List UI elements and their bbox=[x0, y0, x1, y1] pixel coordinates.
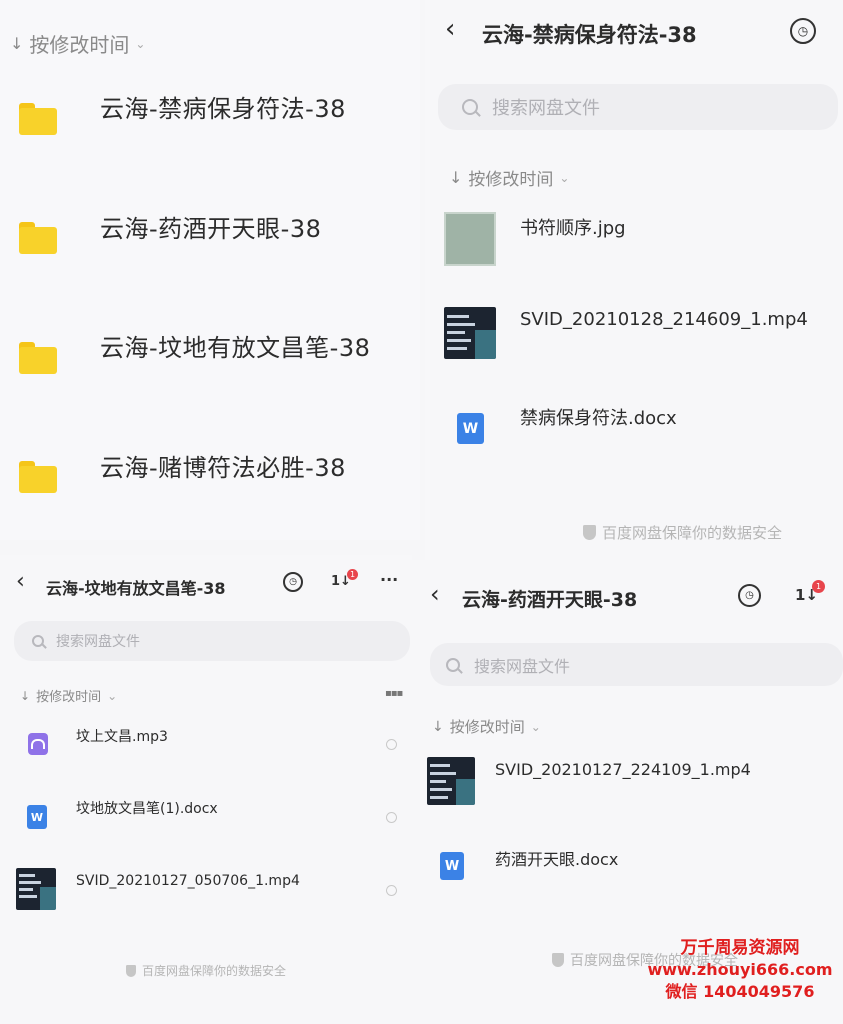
folder-list-panel: ↓ 按修改时间 ⌄ 云海-禁病保身符法-38 云海-药酒开天眼-38 云海-坟地… bbox=[0, 0, 420, 540]
file-name: SVID_20210127_224109_1.mp4 bbox=[495, 760, 751, 779]
sort-arrow-icon: ↓ bbox=[20, 688, 31, 703]
search-icon bbox=[32, 635, 44, 647]
security-note-text: 百度网盘保障你的数据安全 bbox=[602, 524, 783, 542]
sort-arrow-icon: ↓ bbox=[10, 34, 24, 53]
file-name: 坟地放文昌笔(1).docx bbox=[76, 801, 218, 817]
video-thumbnail bbox=[427, 757, 475, 805]
chevron-down-icon: ⌄ bbox=[530, 719, 541, 734]
file-name: 药酒开天眼.docx bbox=[495, 850, 619, 869]
folder-name: 云海-药酒开天眼-38 bbox=[100, 215, 322, 243]
sort-arrow-icon: ↓ bbox=[449, 168, 463, 187]
folder-icon bbox=[19, 222, 57, 254]
watermark: 万千周易资源网 www.zhouyi666.com 微信 1404049576 bbox=[640, 937, 840, 1003]
chevron-down-icon: ⌄ bbox=[107, 688, 118, 703]
back-arrow-icon[interactable]: ‹ bbox=[445, 14, 455, 44]
file-name: 禁病保身符法.docx bbox=[520, 408, 677, 429]
search-input[interactable]: 搜索网盘文件 bbox=[430, 643, 843, 686]
file-name: 坟上文昌.mp3 bbox=[76, 729, 168, 745]
sort-arrow-icon: ↓ bbox=[432, 718, 444, 735]
security-note: 百度网盘保障你的数据安全 bbox=[583, 522, 782, 543]
sort-control[interactable]: ↓ 按修改时间 ⌄ bbox=[432, 716, 541, 737]
sort-label: 按修改时间 bbox=[468, 170, 554, 190]
jinbing-folder-panel: ‹ 云海-禁病保身符法-38 ◷ 搜索网盘文件 ↓ 按修改时间 ⌄ 书符顺序.j… bbox=[425, 0, 843, 560]
search-placeholder: 搜索网盘文件 bbox=[492, 98, 600, 119]
shield-icon bbox=[126, 964, 136, 977]
folder-icon bbox=[19, 461, 57, 493]
folder-name: 云海-坟地有放文昌笔-38 bbox=[100, 334, 371, 362]
select-radio[interactable] bbox=[386, 885, 397, 896]
sort-label: 按修改时间 bbox=[29, 33, 130, 57]
security-note-text: 百度网盘保障你的数据安全 bbox=[142, 964, 287, 978]
file-name: SVID_20210128_214609_1.mp4 bbox=[520, 309, 808, 330]
select-radio[interactable] bbox=[386, 739, 397, 750]
page-title: 云海-禁病保身符法-38 bbox=[482, 23, 697, 47]
shield-icon bbox=[552, 953, 564, 967]
sort-control[interactable]: ↓ 按修改时间 ⌄ bbox=[20, 686, 118, 706]
search-placeholder: 搜索网盘文件 bbox=[56, 634, 140, 650]
watermark-line2: www.zhouyi666.com bbox=[647, 960, 833, 979]
search-icon bbox=[446, 657, 460, 672]
audio-file-icon bbox=[28, 733, 48, 755]
page-title: 云海-药酒开天眼-38 bbox=[462, 589, 638, 611]
file-name: 书符顺序.jpg bbox=[520, 218, 626, 239]
folder-name: 云海-赌博符法必胜-38 bbox=[100, 454, 346, 482]
chevron-down-icon: ⌄ bbox=[559, 170, 570, 185]
back-arrow-icon[interactable]: ‹ bbox=[430, 580, 440, 608]
sort-control[interactable]: ↓ 按修改时间 ⌄ bbox=[10, 29, 145, 58]
file-name: SVID_20210127_050706_1.mp4 bbox=[76, 873, 300, 889]
word-doc-icon: W bbox=[440, 852, 464, 880]
history-icon[interactable]: ◷ bbox=[790, 18, 816, 44]
word-doc-icon: W bbox=[457, 413, 484, 444]
search-input[interactable]: 搜索网盘文件 bbox=[438, 84, 838, 130]
search-icon bbox=[462, 99, 478, 115]
video-thumbnail bbox=[444, 307, 496, 359]
folder-icon bbox=[19, 103, 57, 135]
chevron-down-icon: ⌄ bbox=[135, 36, 146, 51]
page-title: 云海-坟地有放文昌笔-38 bbox=[46, 579, 226, 598]
sort-label: 按修改时间 bbox=[36, 690, 102, 705]
shield-icon bbox=[583, 525, 596, 540]
folder-name: 云海-禁病保身符法-38 bbox=[100, 95, 346, 123]
word-doc-icon: W bbox=[27, 805, 47, 829]
video-thumbnail bbox=[16, 868, 56, 910]
search-placeholder: 搜索网盘文件 bbox=[474, 656, 571, 676]
history-icon[interactable]: ◷ bbox=[283, 572, 303, 592]
sort-control[interactable]: ↓ 按修改时间 ⌄ bbox=[449, 165, 569, 190]
sort-label: 按修改时间 bbox=[449, 718, 525, 736]
history-icon[interactable]: ◷ bbox=[738, 584, 761, 607]
security-note: 百度网盘保障你的数据安全 bbox=[126, 962, 286, 979]
watermark-line1: 万千周易资源网 bbox=[680, 938, 800, 958]
watermark-line3: 微信 1404049576 bbox=[665, 982, 815, 1001]
notification-badge: 1 bbox=[347, 569, 358, 580]
more-options-icon[interactable]: ··· bbox=[380, 570, 398, 589]
select-radio[interactable] bbox=[386, 812, 397, 823]
folder-icon bbox=[19, 342, 57, 374]
notification-badge: 1 bbox=[812, 580, 825, 593]
image-thumbnail bbox=[444, 212, 496, 266]
fendi-folder-panel: ‹ 云海-坟地有放文昌笔-38 ◷ 1↓ 1 ··· 搜索网盘文件 ↓ 按修改时… bbox=[0, 555, 412, 1024]
grid-view-icon[interactable]: ▪▪▪ bbox=[385, 688, 403, 699]
search-input[interactable]: 搜索网盘文件 bbox=[14, 621, 410, 661]
back-arrow-icon[interactable]: ‹ bbox=[16, 569, 25, 594]
